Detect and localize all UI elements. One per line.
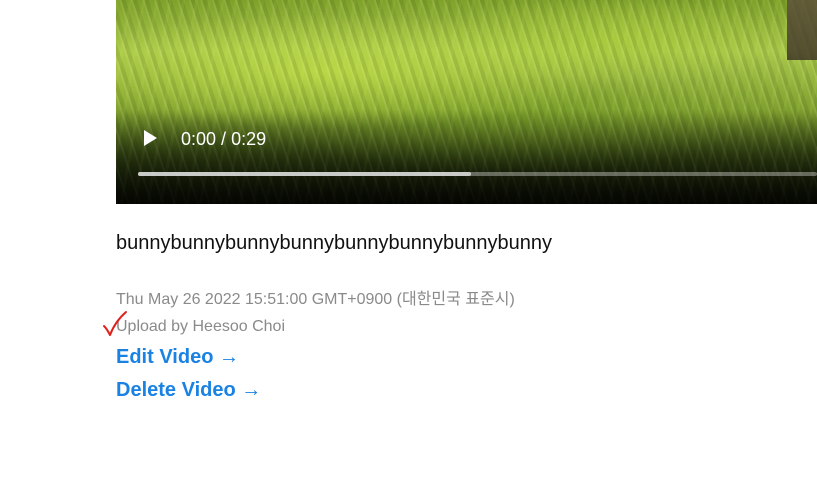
- video-player[interactable]: 0:00 / 0:29: [116, 0, 817, 204]
- play-icon: [144, 130, 157, 146]
- video-controls-overlay: [116, 109, 817, 204]
- video-frame-corner: [787, 0, 817, 60]
- play-button[interactable]: [142, 128, 158, 148]
- video-detail-page: 0:00 / 0:29 bunnybunnybunnybunnybunnybun…: [0, 0, 817, 504]
- video-title: bunnybunnybunnybunnybunnybunnybunnybunny: [116, 232, 552, 254]
- current-time: 0:00: [181, 129, 217, 149]
- video-upload-date: Thu May 26 2022 15:51:00 GMT+0900 (대한민국 …: [116, 291, 515, 308]
- video-uploader: Upload by Heesoo Choi: [116, 318, 285, 335]
- checkmark-icon: [103, 311, 127, 336]
- edit-video-link[interactable]: Edit Video →: [116, 346, 239, 369]
- duration: 0:29: [231, 129, 267, 149]
- video-buffered-range: [138, 172, 471, 176]
- video-progress-bar[interactable]: [138, 172, 817, 176]
- video-time-display: 0:00 / 0:29: [181, 128, 266, 150]
- delete-video-link[interactable]: Delete Video →: [116, 379, 261, 402]
- time-separator: /: [216, 129, 232, 149]
